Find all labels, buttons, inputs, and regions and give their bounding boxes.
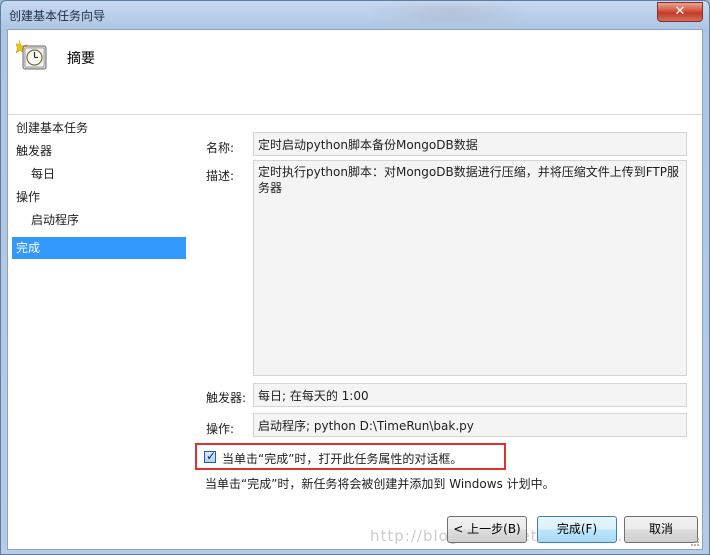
close-button[interactable]: ✕	[657, 2, 703, 22]
trigger-label: 触发器:	[206, 391, 247, 405]
resize-grip-icon[interactable]	[690, 537, 700, 547]
info-text: 当单击“完成”时，新任务将会被创建并添加到 Windows 计划中。	[205, 477, 555, 491]
action-field[interactable]: 启动程序; python D:\TimeRun\bak.py	[253, 413, 687, 437]
wizard-window: 创建基本任务向导 ✕ 摘要 创建基本任务 触发器 每日 操作 启动程序 完成 名…	[0, 0, 710, 555]
step-daily[interactable]: 每日	[12, 163, 186, 185]
description-label: 描述:	[206, 169, 235, 183]
window-title: 创建基本任务向导	[9, 9, 106, 23]
step-action[interactable]: 操作	[12, 186, 186, 208]
action-label: 操作:	[206, 422, 235, 436]
step-start-program[interactable]: 启动程序	[12, 209, 186, 231]
open-properties-checkbox[interactable]: ✓	[204, 449, 217, 463]
name-field[interactable]: 定时启动python脚本备份MongoDB数据	[253, 132, 687, 156]
step-finish[interactable]: 完成	[12, 237, 186, 259]
title-bar-blur	[371, 5, 531, 23]
checkmark-icon: ✓	[206, 449, 217, 463]
name-label: 名称:	[206, 141, 235, 155]
back-button[interactable]: < 上一步(B)	[447, 516, 527, 543]
description-field[interactable]: 定时执行python脚本：对MongoDB数据进行压缩，并将压缩文件上传到FTP…	[253, 160, 687, 376]
cancel-button[interactable]: 取消	[624, 516, 698, 543]
wizard-step-list: 创建基本任务 触发器 每日 操作 启动程序 完成	[8, 115, 193, 549]
wizard-client-area: 摘要 创建基本任务 触发器 每日 操作 启动程序 完成 名称: 定时启动pyth…	[7, 29, 703, 550]
step-create-basic-task[interactable]: 创建基本任务	[12, 117, 186, 139]
open-properties-label[interactable]: 当单击“完成”时，打开此任务属性的对话框。	[222, 450, 462, 467]
clock-icon	[16, 39, 47, 70]
finish-button[interactable]: 完成(F)	[537, 516, 617, 543]
title-bar[interactable]: 创建基本任务向导 ✕	[1, 1, 709, 29]
trigger-field[interactable]: 每日; 在每天的 1:00	[253, 383, 687, 407]
page-title: 摘要	[67, 51, 95, 67]
step-trigger[interactable]: 触发器	[12, 140, 186, 162]
wizard-header: 摘要	[8, 30, 702, 115]
